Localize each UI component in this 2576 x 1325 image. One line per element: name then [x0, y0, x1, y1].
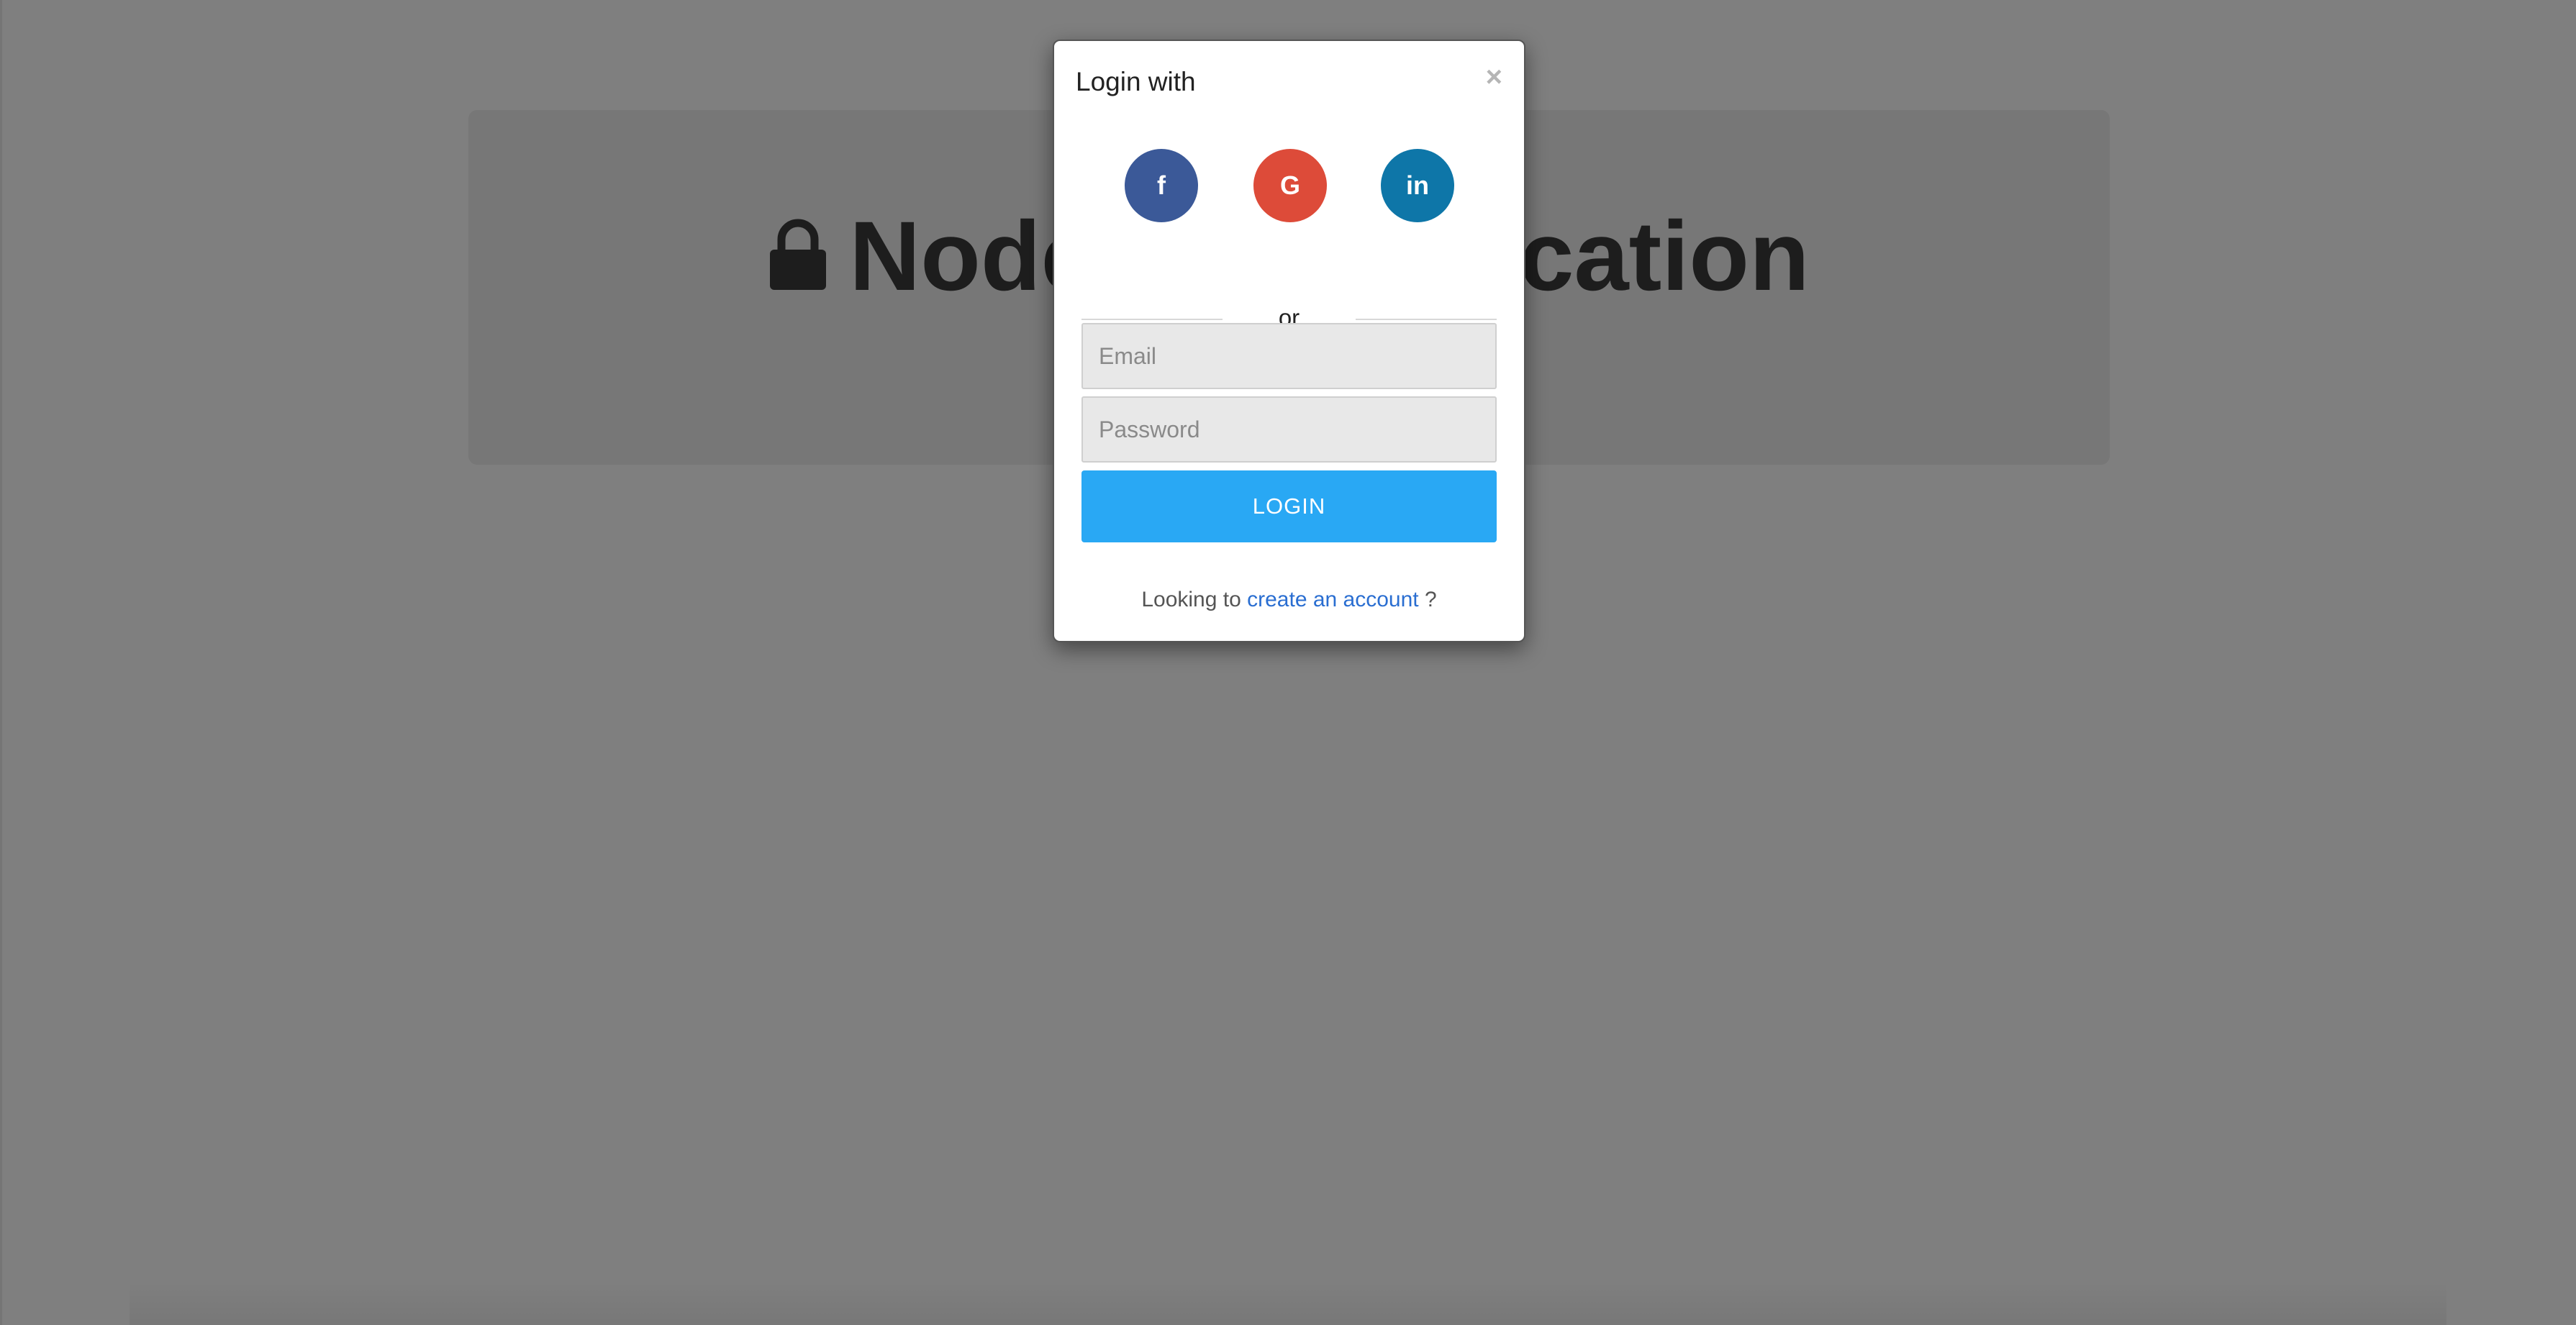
social-login-buttons: f G in — [1054, 149, 1524, 222]
modal-title: Login with — [1076, 67, 1196, 96]
signup-prompt-prefix: Looking to — [1141, 588, 1241, 611]
signup-prompt-suffix: ? — [1424, 588, 1437, 611]
password-field[interactable] — [1081, 396, 1497, 463]
google-login-button[interactable]: G — [1253, 149, 1327, 222]
facebook-icon: f — [1157, 170, 1166, 200]
linkedin-icon: in — [1406, 170, 1429, 200]
linkedin-login-button[interactable]: in — [1381, 149, 1454, 222]
left-edge — [0, 0, 2, 1325]
close-button[interactable]: × — [1486, 63, 1502, 91]
login-modal: Login with × f G in or LOGIN Looking to … — [1053, 40, 1525, 642]
login-button[interactable]: LOGIN — [1081, 470, 1497, 542]
page: Node Authentication Login with × f G in … — [0, 0, 2576, 1325]
create-account-link[interactable]: create an account — [1247, 588, 1419, 611]
divider-line-right — [1356, 319, 1497, 320]
signup-prompt: Looking to create an account ? — [1054, 588, 1524, 612]
google-icon: G — [1279, 170, 1300, 200]
email-field[interactable] — [1081, 323, 1497, 389]
facebook-login-button[interactable]: f — [1125, 149, 1198, 222]
bottom-shade — [130, 1282, 2446, 1325]
